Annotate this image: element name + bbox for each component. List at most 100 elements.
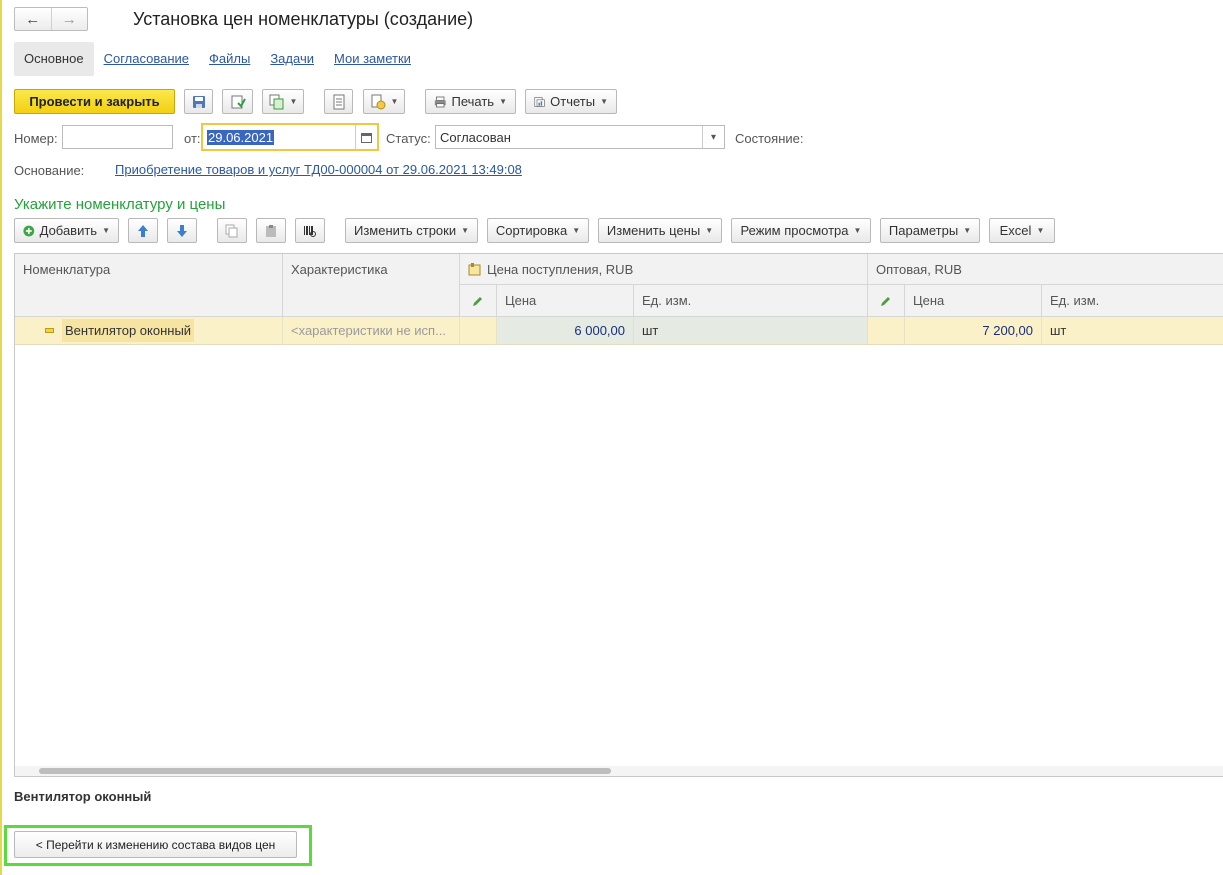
barcode-icon xyxy=(304,225,316,237)
reports-icon xyxy=(534,96,545,107)
basis-label: Основание: xyxy=(14,163,85,178)
date-field[interactable]: 29.06.2021 xyxy=(201,123,379,151)
change-rows-button[interactable]: Изменить строки ▼ xyxy=(345,218,478,243)
excel-label: Excel xyxy=(999,223,1032,238)
header-nomenclature[interactable]: Номенклатура xyxy=(15,254,283,317)
paste-button[interactable] xyxy=(256,218,286,243)
row-unit-1[interactable]: шт xyxy=(634,317,868,344)
sorting-label: Сортировка xyxy=(495,223,568,238)
chevron-down-icon: ▼ xyxy=(390,97,399,106)
print-label: Печать xyxy=(451,94,495,109)
change-prices-button[interactable]: Изменить цены ▼ xyxy=(598,218,722,243)
row-edit-1[interactable] xyxy=(460,317,497,344)
reports-button[interactable]: Отчеты ▼ xyxy=(525,89,617,114)
parameters-label: Параметры xyxy=(888,223,959,238)
header-price-2[interactable]: Цена xyxy=(905,285,1042,317)
list-document-icon xyxy=(333,94,344,109)
header-price-1[interactable]: Цена xyxy=(497,285,634,317)
floppy-disk-icon xyxy=(192,95,205,108)
header-characteristic[interactable]: Характеристика xyxy=(283,254,460,317)
section-title: Укажите номенклатуру и цены xyxy=(14,196,226,213)
related-documents-button[interactable]: ▼ xyxy=(363,89,405,114)
tab-files[interactable]: Файлы xyxy=(199,42,260,76)
chevron-down-icon: ▼ xyxy=(499,97,507,106)
chevron-down-icon: ▼ xyxy=(853,226,862,235)
copy-button[interactable] xyxy=(217,218,247,243)
create-based-on-icon xyxy=(269,94,284,109)
barcode-search-button[interactable] xyxy=(295,218,325,243)
view-mode-button[interactable]: Режим просмотра ▼ xyxy=(731,218,871,243)
change-prices-label: Изменить цены xyxy=(606,223,701,238)
add-label: Добавить xyxy=(39,223,98,238)
calendar-icon[interactable] xyxy=(355,125,377,149)
tab-my-notes[interactable]: Мои заметки xyxy=(324,42,421,76)
row-price-1[interactable]: 6 000,00 xyxy=(497,317,634,344)
number-label: Номер: xyxy=(14,131,58,146)
save-button[interactable] xyxy=(184,89,213,114)
row-characteristic[interactable]: <характеристики не исп... xyxy=(283,317,460,344)
basis-document-link[interactable]: Приобретение товаров и услуг ТД00-000004… xyxy=(115,162,522,177)
add-button[interactable]: Добавить ▼ xyxy=(14,218,119,243)
state-label: Состояние: xyxy=(735,131,804,146)
chevron-down-icon: ▼ xyxy=(1036,226,1045,235)
chevron-down-icon: ▼ xyxy=(963,226,972,235)
tab-main[interactable]: Основное xyxy=(14,42,94,76)
row-edit-2[interactable] xyxy=(868,317,905,344)
document-structure-button[interactable] xyxy=(324,89,353,114)
move-up-button[interactable] xyxy=(128,218,158,243)
tab-approval[interactable]: Согласование xyxy=(94,42,199,76)
row-nomenclature[interactable]: Вентилятор оконный xyxy=(62,319,195,342)
header-edit-1[interactable] xyxy=(460,285,497,317)
header-group-receipt-label: Цена поступления, RUB xyxy=(487,261,634,277)
dropdown-arrow-icon[interactable]: ▾ xyxy=(702,126,724,148)
post-document-icon xyxy=(231,95,246,108)
copy-icon xyxy=(225,224,238,237)
scrollbar-thumb[interactable] xyxy=(39,768,611,774)
page-title: Установка цен номенклатуры (создание) xyxy=(133,9,474,29)
chevron-down-icon: ▼ xyxy=(600,97,608,106)
arrow-up-icon xyxy=(138,224,148,237)
header-group-receipt-price[interactable]: Цена поступления, RUB xyxy=(460,254,868,285)
status-value: Согласован xyxy=(440,129,511,145)
table-row[interactable]: Вентилятор оконный xyxy=(15,317,283,344)
go-to-price-types-button[interactable]: < Перейти к изменению состава видов цен xyxy=(14,831,297,858)
status-select[interactable]: Согласован ▾ xyxy=(435,125,725,149)
document-form: ← → Установка цен номенклатуры (создание… xyxy=(0,0,1223,875)
tab-bar: Основное Согласование Файлы Задачи Мои з… xyxy=(14,42,421,76)
selected-item-name: Вентилятор оконный xyxy=(14,789,152,804)
paste-icon xyxy=(266,224,276,237)
plus-circle-icon xyxy=(23,225,35,236)
chevron-down-icon: ▼ xyxy=(289,97,298,106)
left-accent-bar xyxy=(0,0,2,875)
parameters-button[interactable]: Параметры ▼ xyxy=(880,218,980,243)
header-unit-1[interactable]: Ед. изм. xyxy=(634,285,868,317)
chevron-down-icon: ▼ xyxy=(461,226,470,235)
back-arrow-button[interactable]: ← xyxy=(15,8,51,30)
post-document-button[interactable] xyxy=(222,89,253,114)
row-unit-2[interactable]: шт xyxy=(1042,317,1223,344)
header-unit-2[interactable]: Ед. изм. xyxy=(1042,285,1223,317)
post-and-close-button[interactable]: Провести и закрыть xyxy=(14,89,175,114)
chevron-down-icon: ▼ xyxy=(572,226,581,235)
related-documents-icon xyxy=(371,94,386,109)
date-value: 29.06.2021 xyxy=(207,129,275,145)
price-type-icon xyxy=(468,263,481,276)
horizontal-scrollbar[interactable] xyxy=(15,766,1223,776)
create-based-on-button[interactable]: ▼ xyxy=(262,89,304,114)
arrow-down-icon xyxy=(177,224,187,237)
view-mode-label: Режим просмотра xyxy=(740,223,849,238)
header-edit-2[interactable] xyxy=(868,285,905,317)
row-price-2[interactable]: 7 200,00 xyxy=(905,317,1042,344)
printer-icon xyxy=(434,96,446,107)
number-field[interactable] xyxy=(62,125,173,149)
row-marker-icon xyxy=(45,328,54,333)
header-group-wholesale[interactable]: Оптовая, RUB xyxy=(868,254,1223,285)
sorting-button[interactable]: Сортировка ▼ xyxy=(487,218,589,243)
navigation-group: ← → xyxy=(14,7,88,31)
forward-arrow-button[interactable]: → xyxy=(50,8,88,30)
move-down-button[interactable] xyxy=(167,218,197,243)
pencil-icon xyxy=(881,296,890,306)
excel-button[interactable]: Excel ▼ xyxy=(989,218,1055,243)
print-button[interactable]: Печать ▼ xyxy=(425,89,516,114)
tab-tasks[interactable]: Задачи xyxy=(260,42,324,76)
